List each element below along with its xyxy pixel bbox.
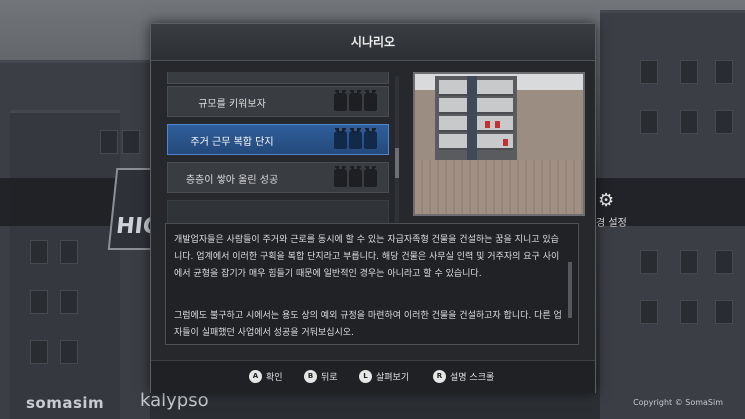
r-button-icon: R: [433, 370, 446, 383]
crown-icon: [349, 128, 362, 149]
dialog-title: 시나리오: [151, 24, 595, 61]
scenario-description: 개발업자들은 사람들이 주거와 근로를 동시에 할 수 있는 자급자족형 건물을…: [165, 223, 579, 345]
scenario-item-2[interactable]: 층층이 쌓아 올린 성공: [167, 162, 389, 193]
settings-label: 경 설정: [596, 218, 627, 229]
kalypso-logo: kalypso: [140, 390, 209, 411]
difficulty-icons: [334, 128, 378, 151]
list-scrollbar[interactable]: [395, 76, 399, 236]
scenario-label: 주거 근무 복합 단지: [190, 137, 274, 148]
difficulty-icons: [334, 90, 378, 113]
scrollbar-thumb[interactable]: [395, 148, 399, 178]
l-button-icon: L: [359, 370, 372, 383]
hint-confirm[interactable]: A 확인: [249, 370, 283, 383]
list-item[interactable]: [167, 72, 389, 84]
crown-icon: [334, 90, 347, 111]
scenario-label: 층층이 쌓아 올린 성공: [185, 175, 279, 186]
hint-back[interactable]: B 뒤로: [304, 370, 338, 383]
a-button-icon: A: [249, 370, 262, 383]
difficulty-icons: [334, 166, 378, 189]
crown-icon: [334, 166, 347, 187]
gear-icon: ⚙: [598, 190, 615, 211]
scenario-dialog: 시나리오 규모를 키워보자 주거 근무 복합 단지 층층이 쌓아 올린 성공 개…: [150, 23, 596, 393]
scenario-preview-image: [413, 72, 585, 216]
somasim-logo: somasim: [26, 394, 105, 412]
scenario-item-1[interactable]: 주거 근무 복합 단지: [167, 124, 389, 155]
hint-scroll-description[interactable]: R 설명 스크롤: [433, 370, 494, 383]
crown-icon: [349, 90, 362, 111]
button-hints-bar: A 확인 B 뒤로 L 살펴보기 R 설명 스크롤: [151, 360, 595, 393]
b-button-icon: B: [304, 370, 317, 383]
crown-icon: [349, 166, 362, 187]
hint-look-around[interactable]: L 살펴보기: [359, 370, 409, 383]
crown-icon: [364, 90, 377, 111]
scenario-list: 규모를 키워보자 주거 근무 복합 단지 층층이 쌓아 올린 성공: [165, 72, 391, 238]
crown-icon: [364, 166, 377, 187]
description-scrollbar[interactable]: [568, 262, 572, 318]
description-paragraph-1: 개발업자들은 사람들이 주거와 근로를 동시에 할 수 있는 자급자족형 건물을…: [174, 235, 560, 279]
description-paragraph-2: 그럼에도 불구하고 시에서는 용도 상의 예외 규정을 마련하여 이러한 건물을…: [174, 311, 562, 338]
crown-icon: [364, 128, 377, 149]
scenario-item-0[interactable]: 규모를 키워보자: [167, 86, 389, 117]
scenario-label: 규모를 키워보자: [198, 99, 266, 110]
crown-icon: [334, 128, 347, 149]
copyright-text: Copyright © SomaSim: [633, 398, 723, 407]
